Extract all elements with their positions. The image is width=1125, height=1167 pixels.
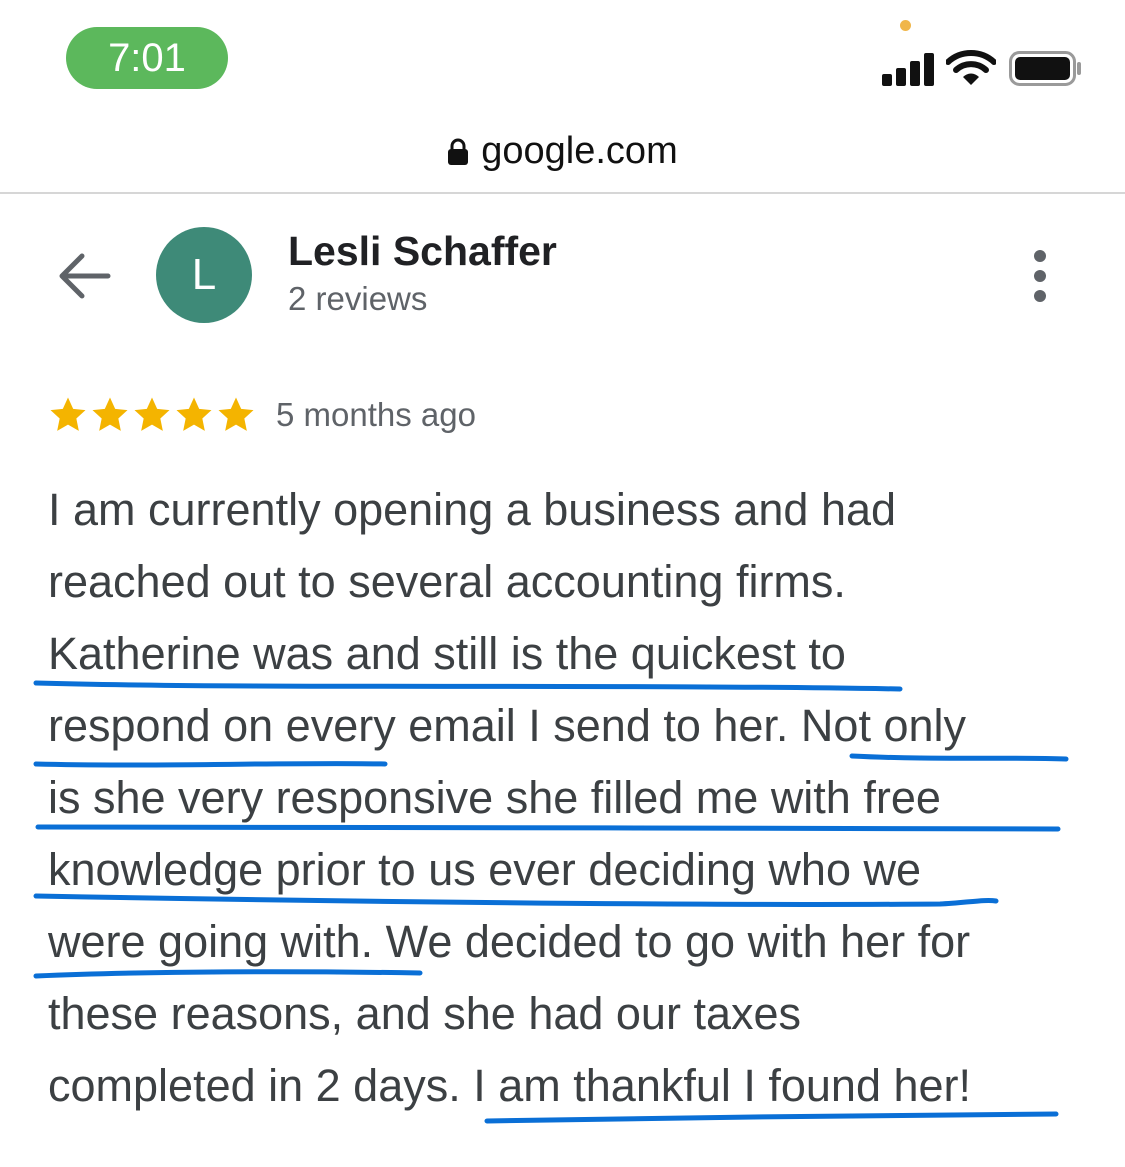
privacy-indicator [900,20,911,31]
avatar[interactable]: L [156,227,252,323]
domain-text: google.com [481,129,678,172]
review-count: 2 reviews [288,280,428,317]
star-icon [218,397,254,431]
review-line: completed in 2 days. I am thankful I fou… [48,1060,972,1111]
star-rating [48,395,258,435]
review-date: 5 months ago [276,396,476,433]
review-line: Katherine was and still is the quickest … [48,628,846,679]
review-line: respond on every email I send to her. No… [48,700,967,751]
star-icon [92,397,128,431]
wifi-icon [946,50,996,85]
highlight-underline [33,969,423,979]
highlight-underline [33,893,999,907]
review-line: I am currently opening a business and ha… [48,484,897,535]
more-vert-icon[interactable] [1020,246,1060,306]
address-bar[interactable]: google.com [0,110,1125,194]
star-icon [50,397,86,431]
status-time: 7:01 [66,27,228,89]
cellular-signal-icon [882,52,936,86]
highlight-underline [33,680,903,692]
highlight-underline [484,1111,1059,1124]
review-line: these reasons, and she had our taxes [48,988,802,1039]
highlight-underline [35,824,1061,832]
battery-icon [1009,51,1081,86]
star-icon [134,397,170,431]
review-line: were going with. We decided to go with h… [48,916,971,967]
review-line: knowledge prior to us ever deciding who … [48,844,921,895]
highlight-underline [33,761,388,768]
review-line: reached out to several accounting firms. [48,556,846,607]
review-line: is she very responsive she filled me wit… [48,772,941,823]
arrow-left-icon[interactable] [54,248,114,304]
lock-icon [448,138,469,165]
star-icon [176,397,212,431]
highlight-underline [849,753,1069,762]
author-name[interactable]: Lesli Schaffer [288,228,557,275]
